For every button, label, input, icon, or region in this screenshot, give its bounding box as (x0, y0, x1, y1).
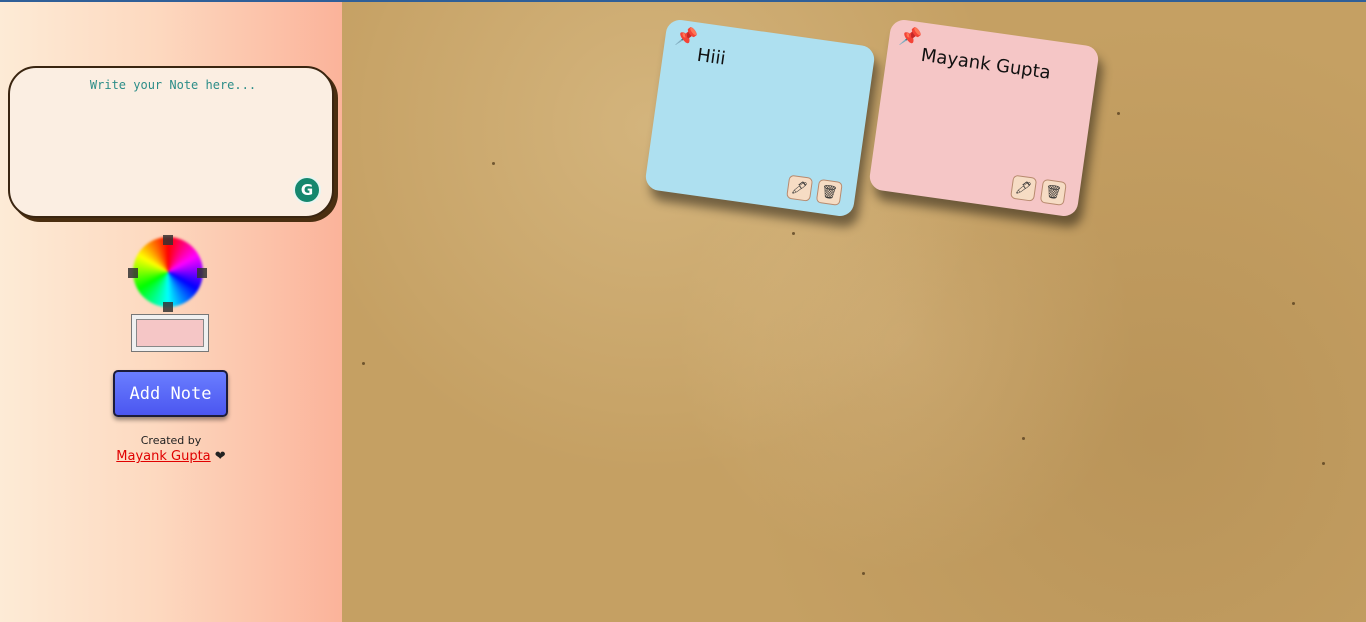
heart-icon: ❤ (214, 449, 226, 464)
trash-icon: 🗑 (1044, 183, 1063, 201)
edit-note-button[interactable]: 🖊 (1010, 174, 1038, 202)
board-speck (1022, 437, 1025, 440)
sticky-note[interactable]: 📌 Hiii 🖊 🗑 (644, 18, 876, 218)
trash-icon: 🗑 (820, 183, 839, 201)
note-text: Hiii (695, 44, 727, 70)
board-speck (862, 572, 865, 575)
color-input[interactable] (131, 314, 209, 352)
pin-icon: 📌 (674, 25, 700, 50)
color-wheel-handle-bottom[interactable] (163, 302, 173, 312)
color-wheel-handle-left[interactable] (128, 268, 138, 278)
board-speck (362, 362, 365, 365)
sidebar: G Add Note Created by Mayank Gupta ❤ (0, 2, 342, 622)
board-speck (1292, 302, 1295, 305)
credit-label: Created by (140, 434, 202, 447)
color-wheel[interactable] (133, 237, 203, 307)
board-speck (492, 162, 495, 165)
note-textarea[interactable] (24, 76, 322, 208)
edit-note-button[interactable]: 🖊 (786, 174, 814, 202)
sticky-note[interactable]: 📌 Mayank Gupta 🖊 🗑 (868, 18, 1100, 218)
grammarly-icon[interactable]: G (293, 176, 321, 204)
selected-color-swatch (136, 319, 204, 347)
color-wheel-handle-right[interactable] (197, 268, 207, 278)
add-note-button[interactable]: Add Note (113, 370, 228, 417)
board-speck (792, 232, 795, 235)
author-link[interactable]: Mayank Gupta (116, 449, 210, 464)
note-text: Mayank Gupta (919, 44, 1052, 84)
pin-icon: 📌 (898, 25, 924, 50)
pen-icon: 🖊 (1014, 179, 1033, 197)
credit-line: Mayank Gupta ❤ (0, 449, 342, 464)
delete-note-button[interactable]: 🗑 (1039, 178, 1067, 206)
delete-note-button[interactable]: 🗑 (815, 178, 843, 206)
color-wheel-handle-top[interactable] (163, 235, 173, 245)
board-speck (1117, 112, 1120, 115)
board-speck (1322, 462, 1325, 465)
note-input-container: G (8, 66, 334, 218)
pen-icon: 🖊 (790, 179, 809, 197)
